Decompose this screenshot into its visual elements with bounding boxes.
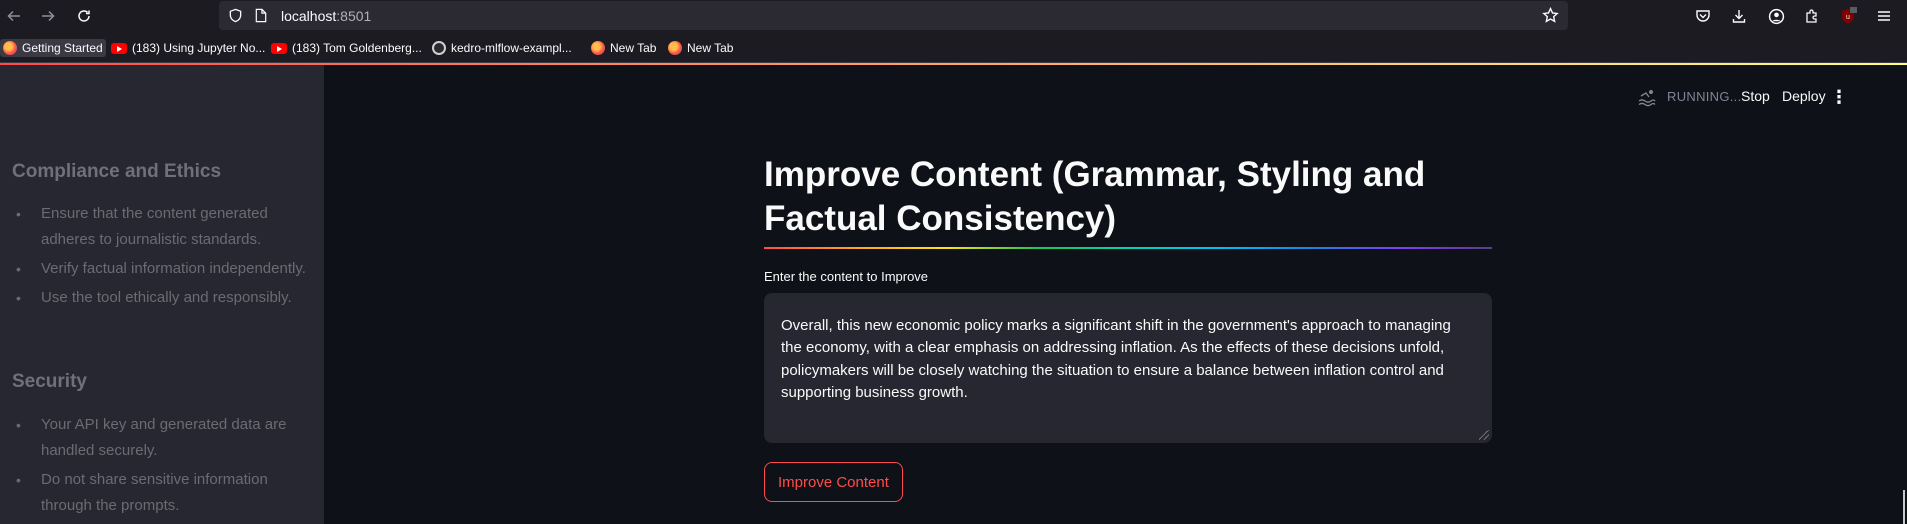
extensions-icon[interactable]	[1801, 5, 1823, 27]
download-icon[interactable]	[1728, 5, 1750, 27]
deploy-button[interactable]: Deploy	[1782, 88, 1826, 104]
improve-content-button[interactable]: Improve Content	[764, 462, 903, 502]
list-item: Ensure that the content generated adhere…	[12, 201, 312, 253]
address-bar[interactable]: localhost:8501	[219, 1, 1568, 30]
ublock-extension-icon[interactable]: u	[1837, 5, 1859, 27]
resize-handle-icon[interactable]	[1479, 430, 1489, 440]
back-icon[interactable]	[2, 4, 26, 28]
sidebar-list-compliance: Ensure that the content generated adhere…	[12, 201, 312, 314]
sidebar-list-security: Your API key and generated data are hand…	[12, 412, 312, 522]
list-item: Your API key and generated data are hand…	[12, 412, 312, 464]
youtube-icon	[271, 42, 287, 54]
app-header-actions: RUNNING... Stop Deploy ⋮	[1607, 85, 1907, 109]
url-text[interactable]: localhost:8501	[281, 8, 371, 24]
swimmer-running-icon	[1637, 87, 1657, 107]
scrollbar[interactable]	[1903, 490, 1905, 524]
sidebar: Compliance and Ethics Ensure that the co…	[0, 65, 324, 524]
bookmark-kedro-mlflow[interactable]: kedro-mlflow-exampl...	[432, 39, 572, 57]
list-item: Do not share sensitive information throu…	[12, 467, 312, 519]
menu-icon[interactable]	[1873, 5, 1895, 27]
svg-text:u: u	[1846, 14, 1850, 21]
youtube-icon	[111, 42, 127, 54]
shield-icon[interactable]	[228, 8, 243, 28]
bookmark-new-tab-2[interactable]: New Tab	[668, 39, 733, 57]
content-input-label: Enter the content to Improve	[764, 269, 929, 284]
account-icon[interactable]	[1765, 5, 1787, 27]
main-area: RUNNING... Stop Deploy ⋮ Improve Content…	[324, 65, 1907, 524]
bookmark-jupyter[interactable]: (183) Using Jupyter No...	[111, 39, 265, 57]
browser-toolbar: localhost:8501 u	[0, 0, 1907, 31]
github-icon	[432, 41, 446, 55]
firefox-icon	[591, 41, 605, 55]
sidebar-heading-compliance: Compliance and Ethics	[12, 161, 222, 182]
bookmark-getting-started[interactable]: Getting Started	[0, 39, 106, 57]
list-item: Use the tool ethically and responsibly.	[12, 285, 312, 311]
stop-button[interactable]: Stop	[1741, 88, 1770, 104]
list-item: Verify factual information independently…	[12, 256, 312, 282]
bookmark-star-icon[interactable]	[1542, 6, 1559, 29]
bookmarks-bar: Getting Started (183) Using Jupyter No..…	[0, 31, 1907, 63]
firefox-icon	[3, 41, 17, 55]
reload-icon[interactable]	[72, 4, 96, 28]
page-icon[interactable]	[254, 8, 268, 28]
pocket-icon[interactable]	[1692, 5, 1714, 27]
content-textarea[interactable]: The government has also announced measur…	[764, 293, 1492, 443]
forward-icon[interactable]	[36, 4, 60, 28]
more-options-icon[interactable]: ⋮	[1829, 87, 1849, 107]
page-title: Improve Content (Grammar, Styling and Fa…	[764, 155, 1426, 238]
running-status: RUNNING...	[1667, 89, 1742, 104]
content-textarea-value[interactable]: The government has also announced measur…	[781, 293, 1471, 405]
bookmark-tom-goldenberg[interactable]: (183) Tom Goldenberg...	[271, 39, 422, 57]
title-divider	[764, 247, 1492, 249]
firefox-icon	[668, 41, 682, 55]
sidebar-heading-security: Security	[12, 371, 87, 392]
bookmark-new-tab-1[interactable]: New Tab	[591, 39, 656, 57]
